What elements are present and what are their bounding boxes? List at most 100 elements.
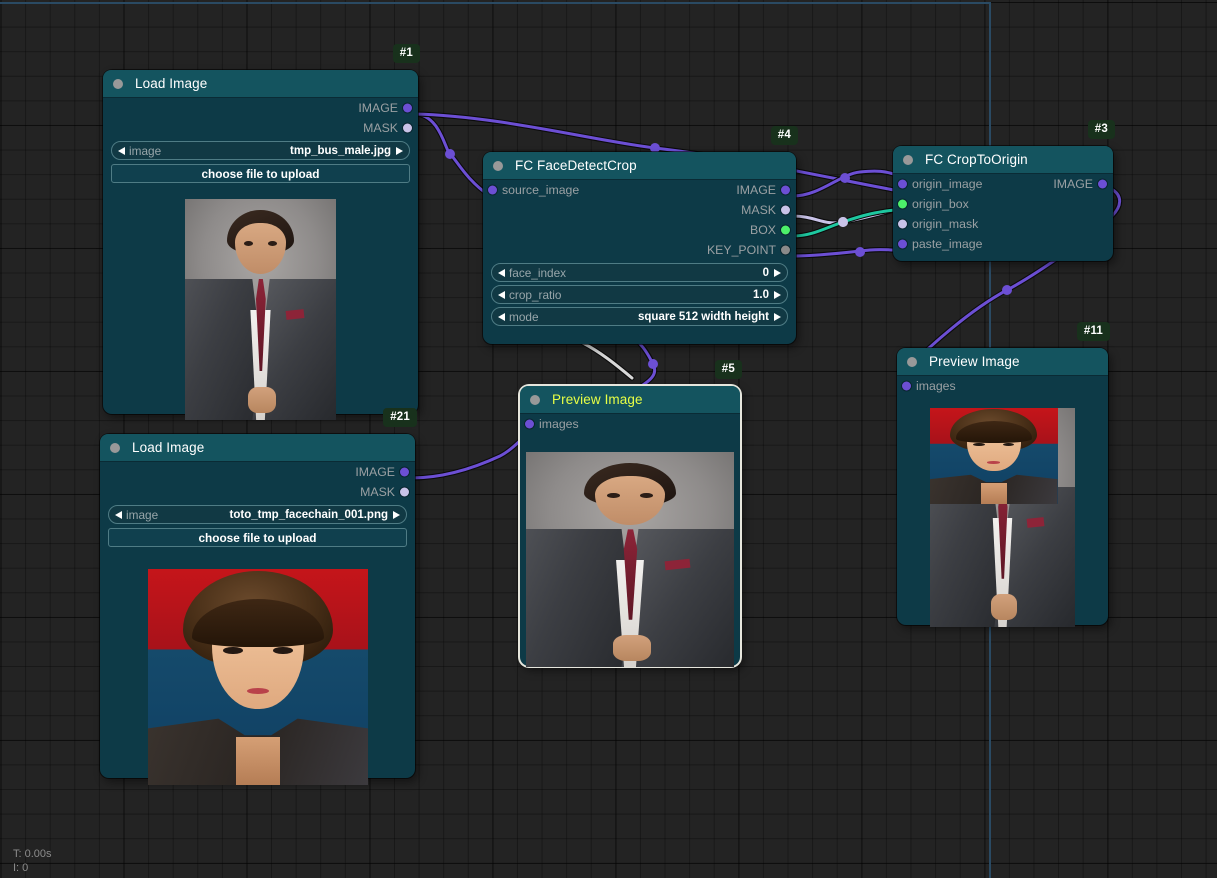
upload-file-button[interactable]: choose file to upload bbox=[108, 528, 407, 547]
status-iterations: I: 0 bbox=[13, 862, 29, 874]
input-connector-dot-source_image[interactable] bbox=[488, 185, 497, 195]
widget-face_index[interactable]: face_index 0 bbox=[491, 263, 788, 282]
slot-row: origin_box bbox=[893, 194, 1113, 214]
slot-row: KEY_POINT bbox=[483, 240, 796, 260]
slot-row: IMAGE bbox=[103, 98, 418, 118]
input-connector-dot-origin_box[interactable] bbox=[898, 199, 907, 209]
output-connector-dot-IMAGE[interactable] bbox=[1098, 179, 1107, 189]
node-title-text: Preview Image bbox=[552, 392, 643, 407]
chevron-right-icon[interactable] bbox=[774, 312, 781, 321]
output-connector-dot-BOX[interactable] bbox=[781, 225, 790, 235]
node-title-text: Load Image bbox=[135, 76, 208, 91]
node-image-preview-1[interactable] bbox=[185, 199, 336, 420]
node-graph-canvas[interactable]: #1 Load Image IMAGE MASK image tmp_bus_male.j… bbox=[0, 0, 1217, 878]
node-id-badge: #1 bbox=[392, 44, 420, 63]
preview-photo-photoA bbox=[526, 452, 734, 667]
widget-name: image bbox=[129, 143, 162, 158]
chevron-left-icon[interactable] bbox=[498, 312, 505, 321]
link-facedetectcrop-image-to-cropto-paste bbox=[790, 168, 897, 199]
chevron-right-icon[interactable] bbox=[393, 510, 400, 519]
widget-name: crop_ratio bbox=[509, 287, 562, 302]
node-title-bar[interactable]: Load Image bbox=[100, 434, 415, 462]
preview-photo-photoC bbox=[930, 408, 1075, 627]
node-collapse-icon[interactable] bbox=[493, 160, 503, 171]
node-collapse-icon[interactable] bbox=[110, 442, 120, 453]
link-midpoint-dot bbox=[838, 217, 848, 227]
output-connector-dot-KEY_POINT[interactable] bbox=[781, 245, 790, 255]
output-connector-dot-MASK[interactable] bbox=[400, 487, 409, 497]
widget-value[interactable]: toto_tmp_facechain_001.png bbox=[230, 509, 388, 521]
slot-row: MASK bbox=[483, 200, 796, 220]
chevron-right-icon[interactable] bbox=[774, 290, 781, 299]
node-collapse-icon[interactable] bbox=[903, 154, 913, 165]
input-connector-dot-images[interactable] bbox=[902, 381, 911, 391]
status-time: T: 0.00s bbox=[13, 848, 52, 860]
output-connector-dot-MASK[interactable] bbox=[403, 123, 412, 133]
output-connector-dot-IMAGE[interactable] bbox=[403, 103, 412, 113]
widget-name: mode bbox=[509, 309, 539, 324]
node-title-bar[interactable]: Load Image bbox=[103, 70, 418, 98]
node-title-bar[interactable]: Preview Image bbox=[520, 386, 740, 414]
node-collapse-icon[interactable] bbox=[113, 78, 123, 89]
output-slot-label: IMAGE bbox=[736, 183, 776, 197]
input-connector-dot-origin_mask[interactable] bbox=[898, 219, 907, 229]
widget-crop_ratio[interactable]: crop_ratio 1.0 bbox=[491, 285, 788, 304]
node-fc-croptoorigin-3[interactable]: #3 FC CropToOrigin origin_image IMAGE origin… bbox=[893, 120, 1115, 261]
node-id-badge: #5 bbox=[714, 360, 742, 379]
link-midpoint-dot bbox=[445, 149, 455, 159]
node-image-preview-11[interactable] bbox=[930, 408, 1075, 627]
link-facedetectcrop-keypoint-down bbox=[790, 246, 897, 259]
node-collapse-icon[interactable] bbox=[907, 356, 917, 367]
link-midpoint-dot bbox=[1002, 285, 1012, 295]
link-facedetectcrop-mask-to-cropto-mask bbox=[790, 207, 897, 227]
chevron-left-icon[interactable] bbox=[115, 510, 122, 519]
node-image-preview-21[interactable] bbox=[148, 569, 368, 785]
link-loadimage1-image-to-facedetectcrop bbox=[411, 111, 493, 199]
node-title-text: Preview Image bbox=[929, 354, 1020, 369]
link-facedetectcrop-white-to-preview5 bbox=[580, 340, 635, 381]
widget-value[interactable]: square 512 width height bbox=[638, 311, 769, 323]
widget-image[interactable]: image tmp_bus_male.jpg bbox=[111, 141, 410, 160]
output-slot-label: KEY_POINT bbox=[706, 243, 776, 257]
node-id-badge: #21 bbox=[383, 408, 417, 427]
input-connector-dot-origin_image[interactable] bbox=[898, 179, 907, 189]
upload-file-button[interactable]: choose file to upload bbox=[111, 164, 410, 183]
slot-row: origin_mask bbox=[893, 214, 1113, 234]
widget-image[interactable]: image toto_tmp_facechain_001.png bbox=[108, 505, 407, 524]
slot-row: BOX bbox=[483, 220, 796, 240]
chevron-left-icon[interactable] bbox=[118, 146, 125, 155]
input-slot-label: origin_image bbox=[912, 177, 983, 191]
node-title-bar[interactable]: Preview Image bbox=[897, 348, 1108, 376]
output-slot-label: MASK bbox=[741, 203, 776, 217]
node-fc-facedetectcrop-4[interactable]: #4 FC FaceDetectCrop source_image IMAGE MASK… bbox=[483, 126, 798, 344]
node-image-preview-5[interactable] bbox=[526, 452, 734, 667]
widget-value[interactable]: 1.0 bbox=[753, 289, 769, 301]
status-readout: T: 0.00s I: 0 bbox=[13, 847, 52, 875]
widget-value[interactable]: tmp_bus_male.jpg bbox=[290, 145, 391, 157]
chevron-left-icon[interactable] bbox=[498, 290, 505, 299]
slot-row: source_image IMAGE bbox=[483, 180, 796, 200]
output-connector-dot-IMAGE[interactable] bbox=[781, 185, 790, 195]
chevron-left-icon[interactable] bbox=[498, 268, 505, 277]
output-connector-dot-MASK[interactable] bbox=[781, 205, 790, 215]
slot-row: images bbox=[897, 376, 1108, 396]
output-connector-dot-IMAGE[interactable] bbox=[400, 467, 409, 477]
preview-photo-photoA bbox=[185, 199, 336, 420]
node-body: images bbox=[520, 414, 740, 440]
input-connector-dot-paste_image[interactable] bbox=[898, 239, 907, 249]
slot-row: MASK bbox=[103, 118, 418, 138]
node-title-bar[interactable]: FC FaceDetectCrop bbox=[483, 152, 796, 180]
output-slot-label: IMAGE bbox=[1053, 177, 1093, 191]
input-connector-dot-images[interactable] bbox=[525, 419, 534, 429]
node-collapse-icon[interactable] bbox=[530, 394, 540, 405]
link-midpoint-dot bbox=[840, 173, 850, 183]
chevron-right-icon[interactable] bbox=[774, 268, 781, 277]
slot-row: origin_image IMAGE bbox=[893, 174, 1113, 194]
node-id-badge: #11 bbox=[1076, 322, 1110, 341]
chevron-right-icon[interactable] bbox=[396, 146, 403, 155]
node-title-bar[interactable]: FC CropToOrigin bbox=[893, 146, 1113, 174]
link-midpoint-dot bbox=[855, 247, 865, 257]
widget-mode[interactable]: mode square 512 width height bbox=[491, 307, 788, 326]
widget-value[interactable]: 0 bbox=[763, 267, 769, 279]
slot-row: images bbox=[520, 414, 740, 434]
